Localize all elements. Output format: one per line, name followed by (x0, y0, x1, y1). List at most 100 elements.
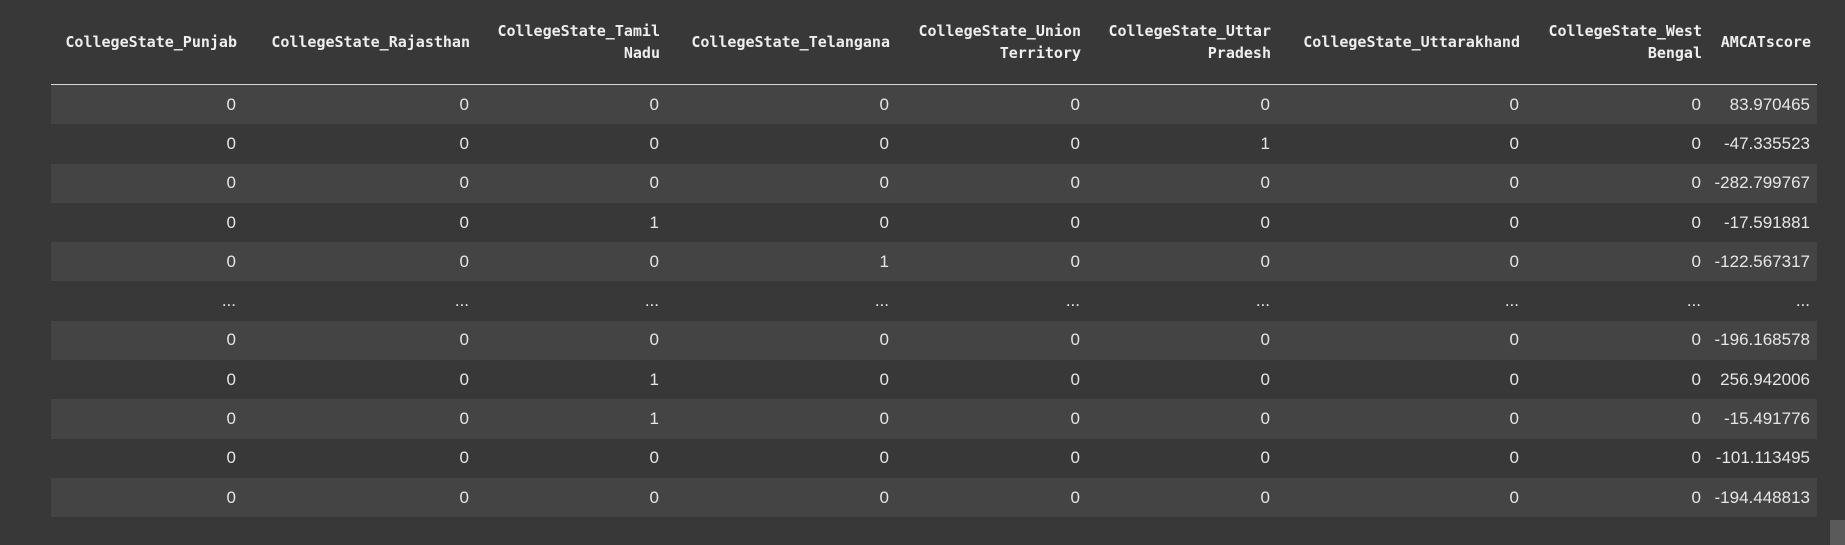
table-cell: -17.591881 (1708, 202, 1817, 243)
table-cell: 0 (1277, 438, 1526, 478)
table-row: 0 0 0 0 0 1 0 0 -47.335523 (51, 124, 1817, 164)
column-header-collegestate-punjab[interactable]: CollegeState_Punjab (51, 0, 243, 85)
table-cell: -196.168578 (1708, 320, 1817, 361)
table-cell: 0 (51, 124, 243, 164)
table-cell: 0 (896, 202, 1087, 243)
table-row: 0 0 0 1 0 0 0 0 -122.567317 (51, 242, 1817, 282)
table-cell: 0 (51, 202, 243, 243)
table-cell: 0 (1526, 163, 1708, 203)
table-row: 0 0 0 0 0 0 0 0 -282.799767 (51, 163, 1817, 203)
table-cell: 0 (476, 438, 666, 478)
cell-output-area: CollegeState_Punjab CollegeState_Rajasth… (51, 0, 1817, 518)
table-cell: 0 (1277, 84, 1526, 125)
column-header-collegestate-union-territory[interactable]: CollegeState_Union Territory (896, 0, 1087, 85)
table-cell: ... (666, 281, 896, 321)
table-cell: 0 (1526, 84, 1708, 125)
table-cell: 0 (1277, 124, 1526, 164)
table-cell: 0 (1526, 438, 1708, 478)
table-cell: 0 (896, 124, 1087, 164)
table-cell: 0 (1526, 360, 1708, 400)
table-cell: 1 (476, 202, 666, 243)
header-row: CollegeState_Punjab CollegeState_Rajasth… (51, 0, 1817, 85)
table-cell: 0 (666, 163, 896, 203)
column-header-collegestate-tamil-nadu[interactable]: CollegeState_Tamil Nadu (476, 0, 666, 85)
table-cell: 0 (1526, 242, 1708, 282)
table-cell: 0 (896, 242, 1087, 282)
table-cell: -101.113495 (1708, 438, 1817, 478)
table-row: 0 0 1 0 0 0 0 0 -17.591881 (51, 202, 1817, 243)
table-cell: -282.799767 (1708, 163, 1817, 203)
table-cell: 0 (476, 320, 666, 361)
table-cell: 0 (243, 163, 476, 203)
table-cell: 0 (896, 399, 1087, 439)
table-cell: 0 (1277, 477, 1526, 518)
column-header-collegestate-telangana[interactable]: CollegeState_Telangana (666, 0, 896, 85)
column-header-collegestate-uttar-pradesh[interactable]: CollegeState_Uttar Pradesh (1087, 0, 1277, 85)
table-cell: ... (1526, 281, 1708, 321)
table-cell: -194.448813 (1708, 477, 1817, 518)
table-cell: 0 (243, 124, 476, 164)
table-cell: 0 (243, 477, 476, 518)
table-cell: 0 (1087, 320, 1277, 361)
table-cell: 0 (51, 84, 243, 125)
table-cell: 0 (896, 84, 1087, 125)
column-header-collegestate-west-bengal[interactable]: CollegeState_West Bengal (1526, 0, 1708, 85)
table-cell: 256.942006 (1708, 360, 1817, 400)
table-cell: 0 (666, 438, 896, 478)
table-cell: 0 (243, 242, 476, 282)
table-cell: ... (1087, 281, 1277, 321)
column-header-collegestate-uttarakhand[interactable]: CollegeState_Uttarakhand (1277, 0, 1526, 85)
table-cell: 0 (51, 242, 243, 282)
table-cell: 1 (476, 360, 666, 400)
table-row: ........................... (51, 281, 1817, 321)
table-header: CollegeState_Punjab CollegeState_Rajasth… (51, 0, 1817, 85)
table-cell: 0 (1087, 84, 1277, 125)
column-header-collegestate-rajasthan[interactable]: CollegeState_Rajasthan (243, 0, 476, 85)
table-cell: ... (1708, 281, 1817, 321)
vertical-scrollbar-thumb[interactable] (1830, 520, 1845, 545)
table-cell: ... (243, 281, 476, 321)
table-cell: 0 (51, 320, 243, 361)
table-cell: 0 (476, 477, 666, 518)
table-cell: 0 (1277, 242, 1526, 282)
table-cell: 0 (1277, 163, 1526, 203)
table-cell: 0 (666, 477, 896, 518)
table-cell: -122.567317 (1708, 242, 1817, 282)
table-cell: 0 (666, 202, 896, 243)
table-row: 0 0 0 0 0 0 0 0 -196.168578 (51, 320, 1817, 361)
table-cell: 0 (1277, 320, 1526, 361)
table-cell: 0 (1526, 399, 1708, 439)
table-cell: 0 (1526, 202, 1708, 243)
table-row: 0 0 0 0 0 0 0 0 83.970465 (51, 84, 1817, 125)
table-cell: ... (1277, 281, 1526, 321)
table-cell: 0 (476, 124, 666, 164)
table-cell: 0 (1087, 438, 1277, 478)
table-cell: 0 (1087, 242, 1277, 282)
column-header-amcatscore[interactable]: AMCATscore (1708, 0, 1817, 85)
table-cell: 0 (1087, 399, 1277, 439)
table-cell: 0 (243, 360, 476, 400)
table-row: 0 0 1 0 0 0 0 0 256.942006 (51, 360, 1817, 400)
table-cell: 0 (51, 360, 243, 400)
table-cell: 0 (1526, 320, 1708, 361)
table-row: 0 0 0 0 0 0 0 0 -101.113495 (51, 438, 1817, 478)
dataframe-table: CollegeState_Punjab CollegeState_Rajasth… (51, 0, 1817, 518)
table-cell: 0 (51, 438, 243, 478)
table-cell: 1 (476, 399, 666, 439)
table-cell: 0 (896, 320, 1087, 361)
table-cell: 0 (896, 360, 1087, 400)
table-cell: 0 (476, 84, 666, 125)
table-cell: 0 (243, 438, 476, 478)
table-cell: 0 (1087, 360, 1277, 400)
table-cell: 0 (666, 320, 896, 361)
table-cell: 0 (666, 399, 896, 439)
table-cell: 0 (896, 477, 1087, 518)
table-cell: 0 (1087, 163, 1277, 203)
table-cell: 0 (666, 84, 896, 125)
table-cell: 0 (896, 163, 1087, 203)
table-cell: 0 (666, 360, 896, 400)
table-cell: 0 (1087, 202, 1277, 243)
table-body: 0 0 0 0 0 0 0 0 83.970465 0 0 0 0 0 1 0 0 -47.335523 0 0 0 0 0… (51, 84, 1817, 518)
table-cell: 0 (1526, 124, 1708, 164)
table-cell: 0 (51, 477, 243, 518)
